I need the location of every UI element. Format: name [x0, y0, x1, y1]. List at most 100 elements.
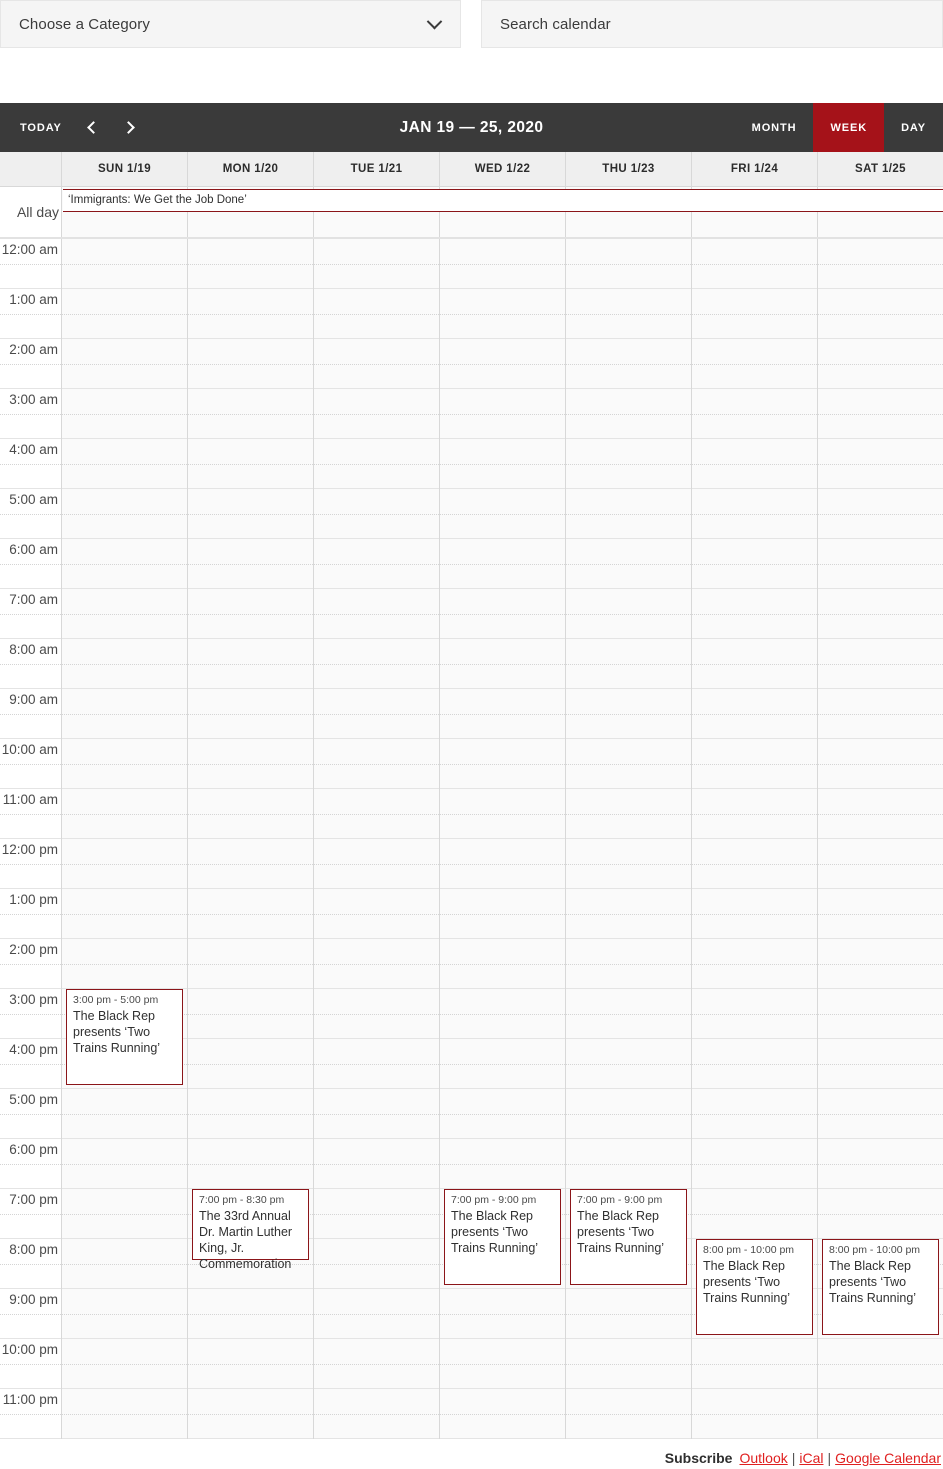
time-cell[interactable] — [188, 539, 313, 589]
time-cell[interactable] — [62, 689, 187, 739]
time-cell[interactable] — [314, 439, 439, 489]
time-cell[interactable] — [440, 939, 565, 989]
time-cell[interactable] — [62, 439, 187, 489]
time-cell[interactable] — [692, 439, 817, 489]
time-cell[interactable] — [818, 1339, 943, 1389]
time-cell[interactable] — [188, 839, 313, 889]
time-cell[interactable] — [62, 289, 187, 339]
calendar-event[interactable]: 3:00 pm - 5:00 pm The Black Rep presents … — [66, 989, 183, 1085]
time-cell[interactable] — [440, 639, 565, 689]
time-cell[interactable] — [440, 989, 565, 1039]
time-cell[interactable] — [566, 1139, 691, 1189]
time-cell[interactable] — [566, 589, 691, 639]
time-cell[interactable] — [566, 539, 691, 589]
view-button-month[interactable]: MONTH — [735, 103, 814, 152]
time-cell[interactable] — [440, 1289, 565, 1339]
today-button[interactable]: TODAY — [13, 116, 69, 140]
time-cell[interactable] — [62, 839, 187, 889]
time-cell[interactable] — [440, 689, 565, 739]
time-cell[interactable] — [440, 839, 565, 889]
time-cell[interactable] — [818, 889, 943, 939]
time-cell[interactable] — [314, 1389, 439, 1439]
time-cell[interactable] — [62, 339, 187, 389]
time-cell[interactable] — [692, 289, 817, 339]
time-cell[interactable] — [62, 1139, 187, 1189]
time-cell[interactable] — [440, 439, 565, 489]
time-cell[interactable] — [566, 339, 691, 389]
time-cell[interactable] — [314, 489, 439, 539]
time-cell[interactable] — [818, 389, 943, 439]
time-cell[interactable] — [62, 889, 187, 939]
time-cell[interactable] — [566, 239, 691, 289]
time-cell[interactable] — [818, 339, 943, 389]
time-cell[interactable] — [692, 589, 817, 639]
time-cell[interactable] — [566, 1339, 691, 1389]
time-cell[interactable] — [692, 239, 817, 289]
time-cell[interactable] — [440, 289, 565, 339]
calendar-event[interactable]: 8:00 pm - 10:00 pm The Black Rep presents… — [822, 1239, 939, 1335]
time-cell[interactable] — [314, 839, 439, 889]
time-cell[interactable] — [314, 289, 439, 339]
time-cell[interactable] — [62, 239, 187, 289]
time-cell[interactable] — [62, 1339, 187, 1389]
time-cell[interactable] — [314, 539, 439, 589]
time-cell[interactable] — [440, 539, 565, 589]
time-cell[interactable] — [188, 489, 313, 539]
time-cell[interactable] — [62, 639, 187, 689]
time-cell[interactable] — [692, 939, 817, 989]
calendar-event[interactable]: 8:00 pm - 10:00 pm The Black Rep presents… — [696, 1239, 813, 1335]
time-cell[interactable] — [314, 389, 439, 439]
time-cell[interactable] — [692, 839, 817, 889]
time-cell[interactable] — [188, 639, 313, 689]
time-cell[interactable] — [62, 389, 187, 439]
time-cell[interactable] — [314, 1139, 439, 1189]
time-cell[interactable] — [188, 939, 313, 989]
previous-week-button[interactable] — [77, 113, 107, 143]
time-cell[interactable] — [692, 539, 817, 589]
time-cell[interactable] — [692, 1139, 817, 1189]
time-cell[interactable] — [314, 1039, 439, 1089]
time-cell[interactable] — [818, 1389, 943, 1439]
time-cell[interactable] — [566, 839, 691, 889]
time-cell[interactable] — [566, 289, 691, 339]
time-cell[interactable] — [440, 1089, 565, 1139]
day-header-sun[interactable]: SUN 1/19 — [62, 152, 188, 186]
time-cell[interactable] — [692, 339, 817, 389]
calendar-event[interactable]: 7:00 pm - 9:00 pm The Black Rep presents … — [444, 1189, 561, 1285]
time-cell[interactable] — [818, 1039, 943, 1089]
time-cell[interactable] — [188, 739, 313, 789]
view-button-day[interactable]: DAY — [884, 103, 943, 152]
time-cell[interactable] — [692, 1039, 817, 1089]
subscribe-link-ical[interactable]: iCal — [799, 1450, 823, 1466]
time-cell[interactable] — [818, 289, 943, 339]
time-cell[interactable] — [566, 939, 691, 989]
time-cell[interactable] — [188, 1139, 313, 1189]
subscribe-link-outlook[interactable]: Outlook — [739, 1450, 787, 1466]
time-cell[interactable] — [188, 889, 313, 939]
time-cell[interactable] — [440, 739, 565, 789]
time-cell[interactable] — [440, 589, 565, 639]
time-cell[interactable] — [314, 1239, 439, 1289]
day-header-tue[interactable]: TUE 1/21 — [314, 152, 440, 186]
time-cell[interactable] — [440, 1389, 565, 1439]
calendar-event[interactable]: 7:00 pm - 9:00 pm The Black Rep presents … — [570, 1189, 687, 1285]
time-cell[interactable] — [440, 1339, 565, 1389]
category-select[interactable]: Choose a Category — [0, 0, 461, 48]
time-cell[interactable] — [818, 489, 943, 539]
time-cell[interactable] — [566, 1389, 691, 1439]
time-cell[interactable] — [188, 689, 313, 739]
time-cell[interactable] — [818, 739, 943, 789]
subscribe-link-google-calendar[interactable]: Google Calendar — [835, 1450, 941, 1466]
time-cell[interactable] — [692, 889, 817, 939]
time-cell[interactable] — [818, 689, 943, 739]
time-cell[interactable] — [62, 1089, 187, 1139]
time-cell[interactable] — [62, 1389, 187, 1439]
time-cell[interactable] — [188, 389, 313, 439]
time-cell[interactable] — [692, 1389, 817, 1439]
time-cell[interactable] — [188, 789, 313, 839]
time-cell[interactable] — [62, 1189, 187, 1239]
time-cell[interactable] — [818, 239, 943, 289]
time-cell[interactable] — [692, 1339, 817, 1389]
time-cell[interactable] — [314, 739, 439, 789]
time-cell[interactable] — [62, 1289, 187, 1339]
